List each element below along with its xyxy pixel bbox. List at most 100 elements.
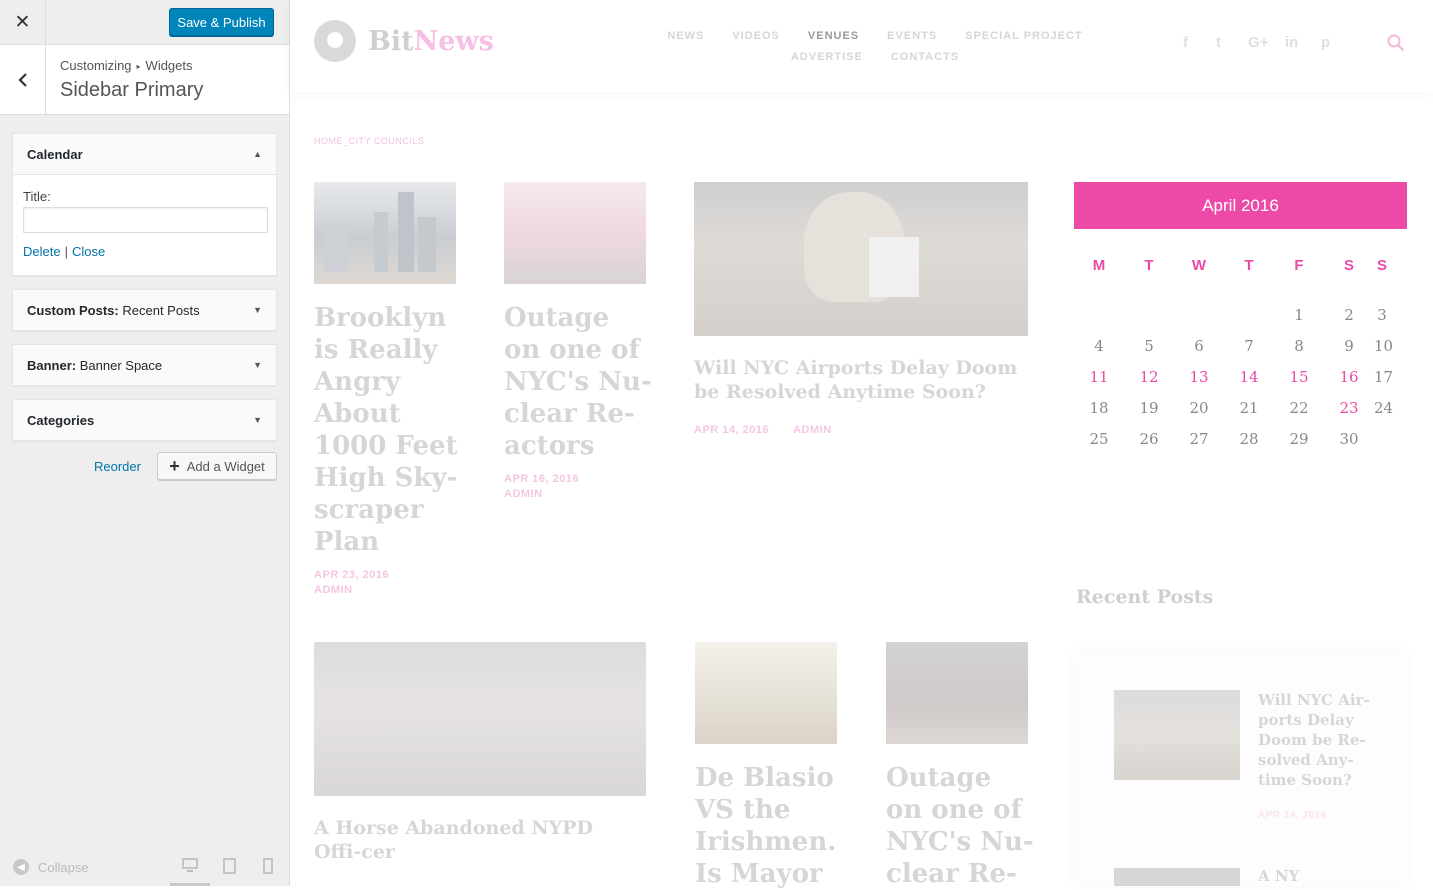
calendar-weekday: F [1294, 257, 1304, 274]
widget-type: Recent Posts [122, 302, 200, 318]
close-link[interactable]: Close [72, 244, 105, 259]
site-breadcrumb[interactable]: HOME_CITY COUNCILS [314, 136, 424, 146]
calendar-day[interactable]: 11 [1074, 368, 1124, 386]
post-thumbnail[interactable] [694, 182, 1028, 336]
widget-categories[interactable]: Categories ▼ [12, 399, 277, 441]
calendar-day[interactable]: 15 [1274, 368, 1324, 386]
recent-post-title[interactable]: Will NYC Air-ports Delay Doom be Re-solv… [1258, 690, 1388, 790]
calendar-weekday: S [1343, 257, 1354, 274]
logo-news: News [413, 25, 494, 57]
calendar-weekday: S [1376, 257, 1387, 274]
widget-calendar: Calendar ▲ Title: Delete | Close [12, 133, 277, 276]
facebook-icon[interactable]: f [1183, 34, 1188, 51]
widget-name: Custom Posts: [27, 302, 119, 318]
nav-item-advertise[interactable]: ADVERTISE [791, 47, 863, 68]
calendar-day: 5 [1144, 336, 1154, 355]
nav-item-events[interactable]: EVENTS [887, 26, 937, 47]
calendar-day: 30 [1339, 429, 1359, 448]
search-icon[interactable] [1387, 34, 1405, 57]
recent-post-thumbnail[interactable] [1114, 690, 1240, 780]
delete-link[interactable]: Delete [23, 244, 61, 259]
post-meta: APR 23, 2016 ADMIN [314, 568, 389, 598]
site-logo[interactable]: BitNews [314, 20, 494, 62]
mobile-preview-icon[interactable] [263, 858, 273, 878]
site-header: BitNews NEWS VIDEOS VENUES EVENTS SPECIAL PR… [290, 0, 1433, 92]
collapse-label: Collapse [38, 859, 89, 875]
google-plus-icon[interactable]: G+ [1248, 34, 1268, 51]
post-thumbnail[interactable] [314, 182, 456, 284]
arrow-down-icon[interactable]: ▼ [253, 305, 262, 315]
post-thumbnail[interactable] [504, 182, 646, 284]
calendar-day: 27 [1189, 429, 1209, 448]
twitter-icon[interactable]: t [1216, 34, 1221, 51]
recent-post-thumbnail[interactable] [1114, 868, 1240, 886]
post-title[interactable]: Outage on one of NYC's Nu-clear Re- [886, 762, 1036, 890]
nav-item-venues[interactable]: VENUES [808, 26, 859, 47]
calendar-day: 2 [1344, 305, 1354, 324]
add-widget-label: Add a Widget [186, 458, 265, 474]
post-date: APR 23, 2016 [314, 569, 390, 581]
post-title[interactable]: De Blasio VS the Irishmen. Is Mayor [695, 762, 845, 890]
widget-name: Categories [27, 412, 95, 428]
calendar-weekday: T [1144, 257, 1154, 274]
arrow-down-icon[interactable]: ▼ [253, 415, 262, 425]
add-widget-button[interactable]: + Add a Widget [157, 452, 277, 480]
calendar-weekday: T [1244, 257, 1254, 274]
calendar-day[interactable]: 16 [1324, 368, 1374, 386]
customizer-header: ✕ Save & Publish [0, 0, 289, 45]
widget-banner[interactable]: Banner: Banner Space ▼ [12, 344, 277, 386]
post-title[interactable]: Outage on one of NYC's Nu-clear Re-actor… [504, 302, 654, 462]
save-publish-button[interactable]: Save & Publish [169, 8, 274, 36]
nav-item-special-project[interactable]: SPECIAL PROJECT [965, 26, 1083, 47]
breadcrumb: Customizing ▸ Widgets [60, 58, 193, 73]
customizer-footer: ◀ Collapse [0, 848, 289, 886]
calendar-day: 20 [1189, 398, 1209, 417]
post-thumbnail[interactable] [314, 642, 646, 796]
desktop-preview-icon[interactable] [182, 858, 198, 877]
title-label: Title: [23, 189, 51, 204]
close-icon[interactable]: ✕ [0, 0, 46, 45]
arrow-up-icon[interactable]: ▲ [253, 149, 262, 159]
calendar-day[interactable]: 13 [1174, 368, 1224, 386]
calendar-day: 9 [1344, 336, 1354, 355]
collapse-button[interactable]: ◀ Collapse [13, 859, 89, 875]
nav-item-news[interactable]: NEWS [667, 26, 704, 47]
post-date: APR 14, 2016 [694, 424, 770, 436]
plus-icon: + [169, 455, 180, 476]
calendar-day: 1 [1294, 305, 1304, 324]
widget-custom-posts[interactable]: Custom Posts: Recent Posts ▼ [12, 289, 277, 331]
post-thumbnail[interactable] [886, 642, 1028, 744]
post-thumbnail[interactable] [695, 642, 837, 744]
title-input[interactable] [23, 207, 268, 233]
calendar-weekday: M [1092, 257, 1106, 274]
post-meta: APR 14, 2016 ADMIN [694, 423, 832, 438]
calendar-day[interactable]: 23 [1324, 399, 1374, 417]
post-date: APR 16, 2016 [504, 473, 580, 485]
calendar-day: 6 [1194, 336, 1204, 355]
reorder-link[interactable]: Reorder [94, 459, 141, 474]
linkedin-icon[interactable]: in [1285, 34, 1298, 51]
post-title[interactable]: A Horse Abandoned NYPD Offi-cer [314, 816, 646, 864]
post-author[interactable]: ADMIN [504, 488, 543, 500]
calendar-day: 17 [1374, 367, 1394, 386]
pinterest-icon[interactable]: p [1321, 34, 1330, 51]
recent-posts-title: Recent Posts [1076, 586, 1214, 608]
post-title[interactable]: Will NYC Airports Delay Doom be Resolved… [694, 356, 1028, 404]
back-button[interactable] [0, 45, 46, 115]
breadcrumb-arrow-icon: ▸ [136, 62, 141, 72]
calendar-day: 19 [1139, 398, 1159, 417]
widget-calendar-header[interactable]: Calendar ▲ [13, 134, 276, 174]
nav-item-contacts[interactable]: CONTACTS [891, 47, 959, 68]
arrow-down-icon[interactable]: ▼ [253, 360, 262, 370]
calendar-day[interactable]: 12 [1124, 368, 1174, 386]
post-title[interactable]: Brooklyn is Really Angry About 1000 Feet… [314, 302, 474, 558]
nav-item-videos[interactable]: VIDEOS [732, 26, 780, 47]
post-author[interactable]: ADMIN [314, 584, 353, 596]
calendar-day[interactable]: 14 [1224, 368, 1274, 386]
post-author[interactable]: ADMIN [793, 424, 832, 436]
widget-calendar-form: Title: Delete | Close [13, 174, 276, 275]
recent-post-title[interactable]: A NY [1258, 866, 1388, 886]
section-titlebar: Customizing ▸ Widgets Sidebar Primary [0, 45, 289, 115]
main-nav: NEWS VIDEOS VENUES EVENTS SPECIAL PROJECT AD… [640, 26, 1110, 68]
tablet-preview-icon[interactable] [223, 858, 236, 878]
